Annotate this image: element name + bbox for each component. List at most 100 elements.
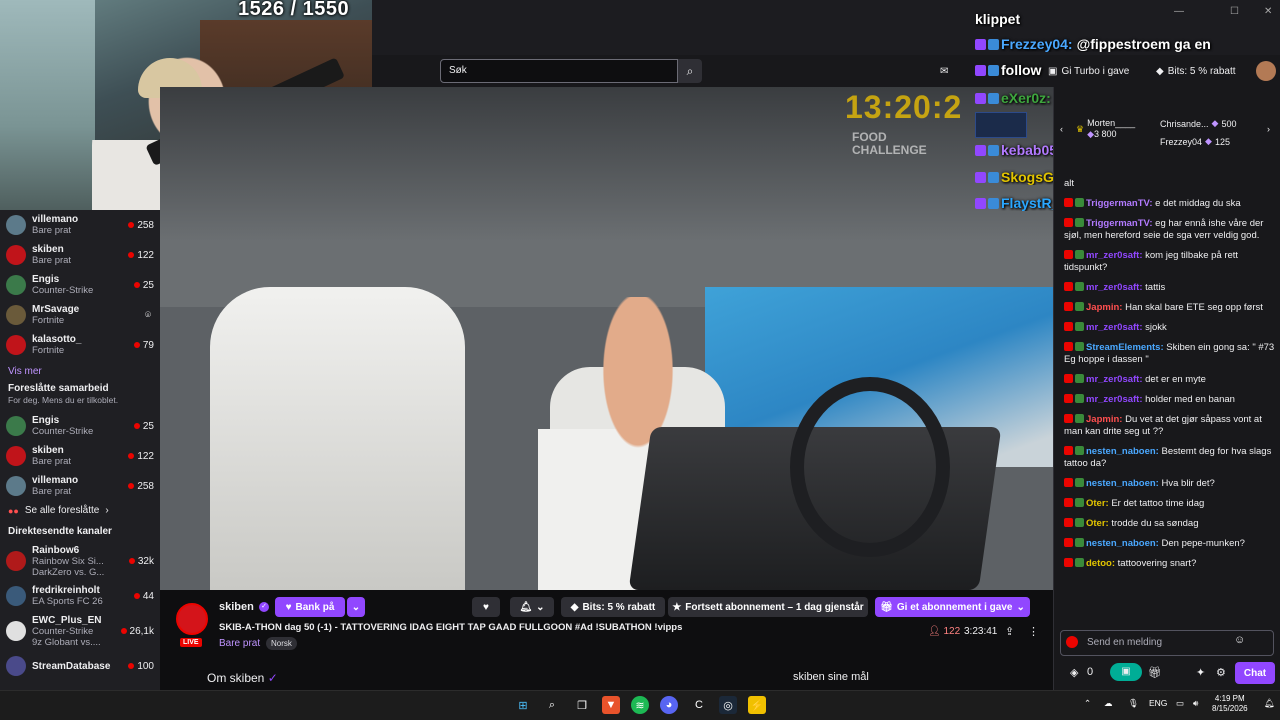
follow-button[interactable]: ♥ Bank på	[275, 597, 345, 617]
chevron-right-icon[interactable]: ›	[1267, 124, 1270, 134]
steam-icon[interactable]: ◎	[719, 696, 737, 714]
uptime: 3:23:41	[964, 626, 998, 637]
gift-sub-button[interactable]: 🎁︎ Gi et abonnement i gave ⌄	[875, 597, 1030, 617]
chevron-up-icon[interactable]: ⌃	[1084, 698, 1091, 709]
channel-game: Bare prat	[32, 456, 72, 467]
channel-game: EA Sports FC 26	[32, 596, 103, 607]
channel-item[interactable]: villemano Bare prat 258	[0, 210, 160, 240]
chat-username[interactable]: mr_zer0saft:	[1086, 322, 1143, 333]
chat-message: mr_zer0saft: kom jeg tilbake på rett tid…	[1064, 250, 1276, 274]
badge-icon	[1075, 250, 1084, 259]
search-input[interactable]: Søk	[440, 59, 678, 83]
chat-username[interactable]: StreamElements:	[1086, 342, 1164, 353]
network-icon[interactable]: ▭	[1176, 698, 1184, 709]
channel-item[interactable]: Engis Counter-Strike 25	[0, 270, 160, 300]
channel-name[interactable]: skiben	[219, 601, 254, 613]
channel-item[interactable]: StreamDatabase 100	[0, 651, 160, 681]
channel-item[interactable]: fredrikreinholt EA Sports FC 26 44	[0, 581, 160, 611]
channel-item[interactable]: villemano Bare prat 258	[0, 471, 160, 501]
badge-icon	[1064, 342, 1073, 351]
badge-icon	[1075, 394, 1084, 403]
badge-icon	[1075, 282, 1084, 291]
supporter-3: Frezzey04 ◆ 125	[1160, 136, 1230, 147]
overlay-emote	[975, 112, 1027, 138]
windows-start-icon[interactable]: ⊞	[514, 696, 532, 714]
chat-username[interactable]: Japmin:	[1086, 302, 1122, 313]
chat-username[interactable]: Oter:	[1086, 498, 1109, 509]
wand-icon[interactable]: ✦	[1196, 666, 1205, 679]
badge-icon	[1064, 218, 1073, 227]
chevron-left-icon[interactable]: ‹	[1060, 124, 1063, 134]
show-more-link[interactable]: Vis mer	[0, 360, 160, 383]
chat-username[interactable]: mr_zer0saft:	[1086, 282, 1143, 293]
chat-username[interactable]: nesten_naboen:	[1086, 538, 1159, 549]
discord-icon[interactable]: ◕	[660, 696, 678, 714]
viewer-count: 32k	[128, 556, 154, 567]
task-view-icon[interactable]: ❐	[573, 696, 591, 714]
chat-message: mr_zer0saft: det er en myte	[1064, 374, 1276, 386]
channel-item[interactable]: MrSavage Fortnite ⌾	[0, 300, 160, 330]
badge-icon	[988, 172, 999, 183]
channel-avatar	[6, 245, 26, 265]
channel-item[interactable]: kalasotto_ Fortnite 79	[0, 330, 160, 360]
search-icon[interactable]: ⌕	[543, 696, 561, 714]
chat-username[interactable]: Japmin:	[1086, 414, 1122, 425]
channel-item[interactable]: Engis Counter-Strike 25	[0, 411, 160, 441]
live-dot-icon	[133, 282, 140, 288]
live-dot-icon	[128, 252, 135, 258]
emote-icon[interactable]: ☺	[1234, 634, 1245, 646]
volume-icon[interactable]: 🔊︎	[1193, 698, 1198, 709]
category-link[interactable]: Bare prat	[219, 638, 260, 649]
chat-message: Japmin: Du vet at det gjør såpass vont a…	[1064, 414, 1276, 438]
notification-icon[interactable]: 🔔︎	[1264, 698, 1275, 709]
send-chat-button[interactable]: Chat	[1235, 662, 1275, 684]
channel-item[interactable]: skiben Bare prat 122	[0, 441, 160, 471]
channel-item[interactable]: Rainbow6 Rainbow Six Si... DarkZero vs. G.…	[0, 541, 160, 581]
app-icon[interactable]: C	[690, 696, 708, 714]
continue-sub-button[interactable]: ★ Fortsett abonnement – 1 dag gjenstår	[668, 597, 868, 617]
app-icon-2[interactable]: ⚡	[748, 696, 766, 714]
see-all-suggested[interactable]: ●● Se alle foreslåtte ›	[0, 501, 160, 520]
search-icon[interactable]: ⌕	[678, 59, 702, 83]
language-tag[interactable]: Norsk	[266, 637, 297, 650]
video-player[interactable]: 13:20:2 FOOD CHALLENGE	[160, 87, 1053, 590]
badge-icon	[1075, 414, 1084, 423]
chat-username[interactable]: Oter:	[1086, 518, 1109, 529]
gift-icon[interactable]: 🎁︎	[1148, 666, 1162, 679]
channel-item[interactable]: EWC_Plus_EN Counter-Strike 9z Globant vs..…	[0, 611, 160, 651]
language-indicator[interactable]: ENG	[1149, 698, 1167, 708]
channel-avatar	[6, 275, 26, 295]
brave-icon[interactable]: ▼	[602, 696, 620, 714]
favorite-button[interactable]: ♥	[472, 597, 500, 617]
chat-username[interactable]: mr_zer0saft:	[1086, 394, 1143, 405]
chat-username[interactable]: mr_zer0saft:	[1086, 250, 1143, 261]
more-options-icon[interactable]: ⋮	[1028, 625, 1039, 638]
chat-username[interactable]: nesten_naboen:	[1086, 446, 1159, 457]
gear-icon[interactable]: ⚙	[1216, 666, 1226, 679]
viewer-count-value: 25	[142, 420, 154, 432]
viewer-count: 79	[133, 340, 154, 351]
share-icon[interactable]: ⇪	[1005, 625, 1014, 638]
prediction-icon[interactable]: ▣	[1110, 663, 1142, 681]
chat-username[interactable]: nesten_naboen:	[1086, 478, 1159, 489]
chat-username[interactable]: detoo:	[1086, 558, 1115, 569]
chevron-down-icon: ⌄	[536, 601, 545, 613]
inbox-icon[interactable]: ✉	[940, 61, 948, 81]
channel-item[interactable]: skiben Bare prat 122	[0, 240, 160, 270]
bits-discount-button[interactable]: ◆ Bits: 5 % rabatt	[561, 597, 665, 617]
spotify-icon[interactable]: ≋	[631, 696, 649, 714]
badge-icon	[975, 145, 986, 156]
channel-avatar[interactable]	[176, 603, 208, 635]
verified-icon: ✓	[259, 602, 269, 612]
sub-counter: 1526 / 1550	[238, 0, 350, 20]
live-dot-icon	[128, 453, 135, 459]
chat-username[interactable]: mr_zer0saft:	[1086, 374, 1143, 385]
follow-dropdown[interactable]: ⌄	[347, 597, 365, 617]
chat-username[interactable]: TriggermanTV:	[1086, 218, 1153, 229]
notifications-button[interactable]: 🔔︎ ⌄	[510, 597, 554, 617]
clock[interactable]: 4:19 PM 8/15/2026	[1212, 694, 1248, 714]
chat-username[interactable]: TriggermanTV:	[1086, 198, 1153, 209]
badge-icon	[1064, 446, 1073, 455]
channel-text: skiben Bare prat	[32, 244, 128, 266]
points-icon[interactable]: ◈	[1070, 666, 1078, 679]
